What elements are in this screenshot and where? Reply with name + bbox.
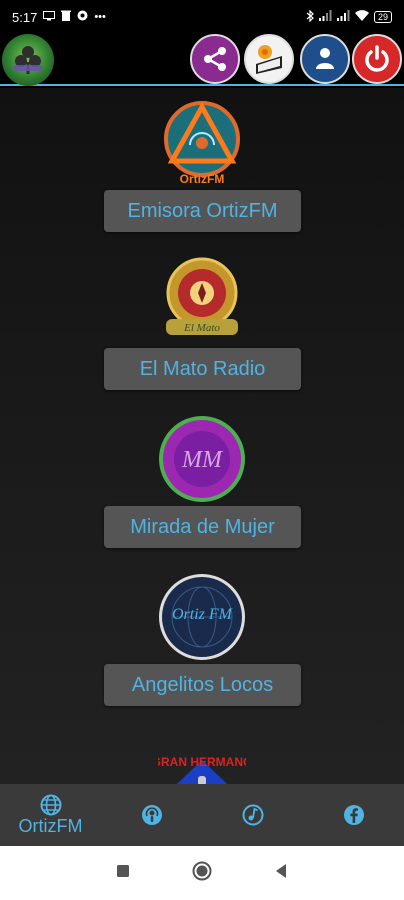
home-icon [192,861,212,880]
el-mato-logo[interactable]: El Mato [157,256,247,346]
status-bar: 5:17 ••• 29 [0,0,404,34]
el-mato-logo-text: El Mato [183,322,220,334]
more-dots-icon: ••• [94,10,106,23]
back-button[interactable] [274,863,288,884]
station-list[interactable]: OrtizFM Emisora OrtizFM El Mato El Mato … [0,88,404,784]
home-button[interactable] [192,861,212,886]
power-button[interactable] [352,34,402,84]
signal-icon [318,10,332,24]
bottom-nav: OrtizFM [0,784,404,846]
screen-icon [43,10,56,24]
gran-hermano-logo[interactable]: GRAN HERMANO [157,730,247,784]
recents-button[interactable] [116,864,130,883]
vpn-icon [77,10,88,24]
ortizfm-logo-text: OrtizFM [180,172,225,186]
nav-label-ortizfm: OrtizFM [18,815,83,836]
station-button-emisora-ortizfm[interactable]: Emisora OrtizFM [104,190,301,232]
battery-level: 29 [377,12,388,22]
nav-item-podcast[interactable] [101,784,202,846]
mirada-logo-text: MM [181,447,224,473]
globe-icon [40,794,61,815]
ortizfm-logo[interactable]: OrtizFM [157,98,247,188]
mirada-de-mujer-logo[interactable]: MM [157,414,247,504]
radio-player-button[interactable] [244,34,294,84]
station-button-mirada-de-mujer[interactable]: Mirada de Mujer [104,506,301,548]
share-icon [204,47,226,71]
nav-item-facebook[interactable] [303,784,404,846]
wifi-icon [354,10,369,24]
ortiz-fm-globe-logo[interactable]: Ortiz FM [157,572,247,662]
club-logo-icon[interactable] [2,34,54,86]
station-button-el-mato-radio[interactable]: El Mato Radio [104,348,301,390]
signal-icon [336,10,350,24]
status-time: 5:17 [12,9,38,25]
ortiz-globe-logo-text: Ortiz FM [172,606,234,623]
bluetooth-icon [306,9,314,25]
share-button[interactable] [190,34,240,84]
recents-icon [117,864,129,877]
user-button[interactable] [300,34,350,84]
back-icon [276,863,286,878]
power-icon [365,45,389,72]
music-note-icon [242,804,263,826]
station-button-angelitos-locos[interactable]: Angelitos Locos [104,664,301,706]
battery-icon: 29 [373,11,392,23]
podcast-icon [141,805,162,825]
system-nav-bar [0,846,404,900]
user-icon [316,48,334,69]
nav-item-ortizfm[interactable]: OrtizFM [0,784,101,846]
gran-hermano-logo-text: GRAN HERMANO [158,755,246,769]
app-bar [0,34,404,86]
trash-icon [61,10,72,24]
radio-icon [256,45,282,74]
facebook-icon [343,805,364,825]
nav-item-music[interactable] [202,784,303,846]
